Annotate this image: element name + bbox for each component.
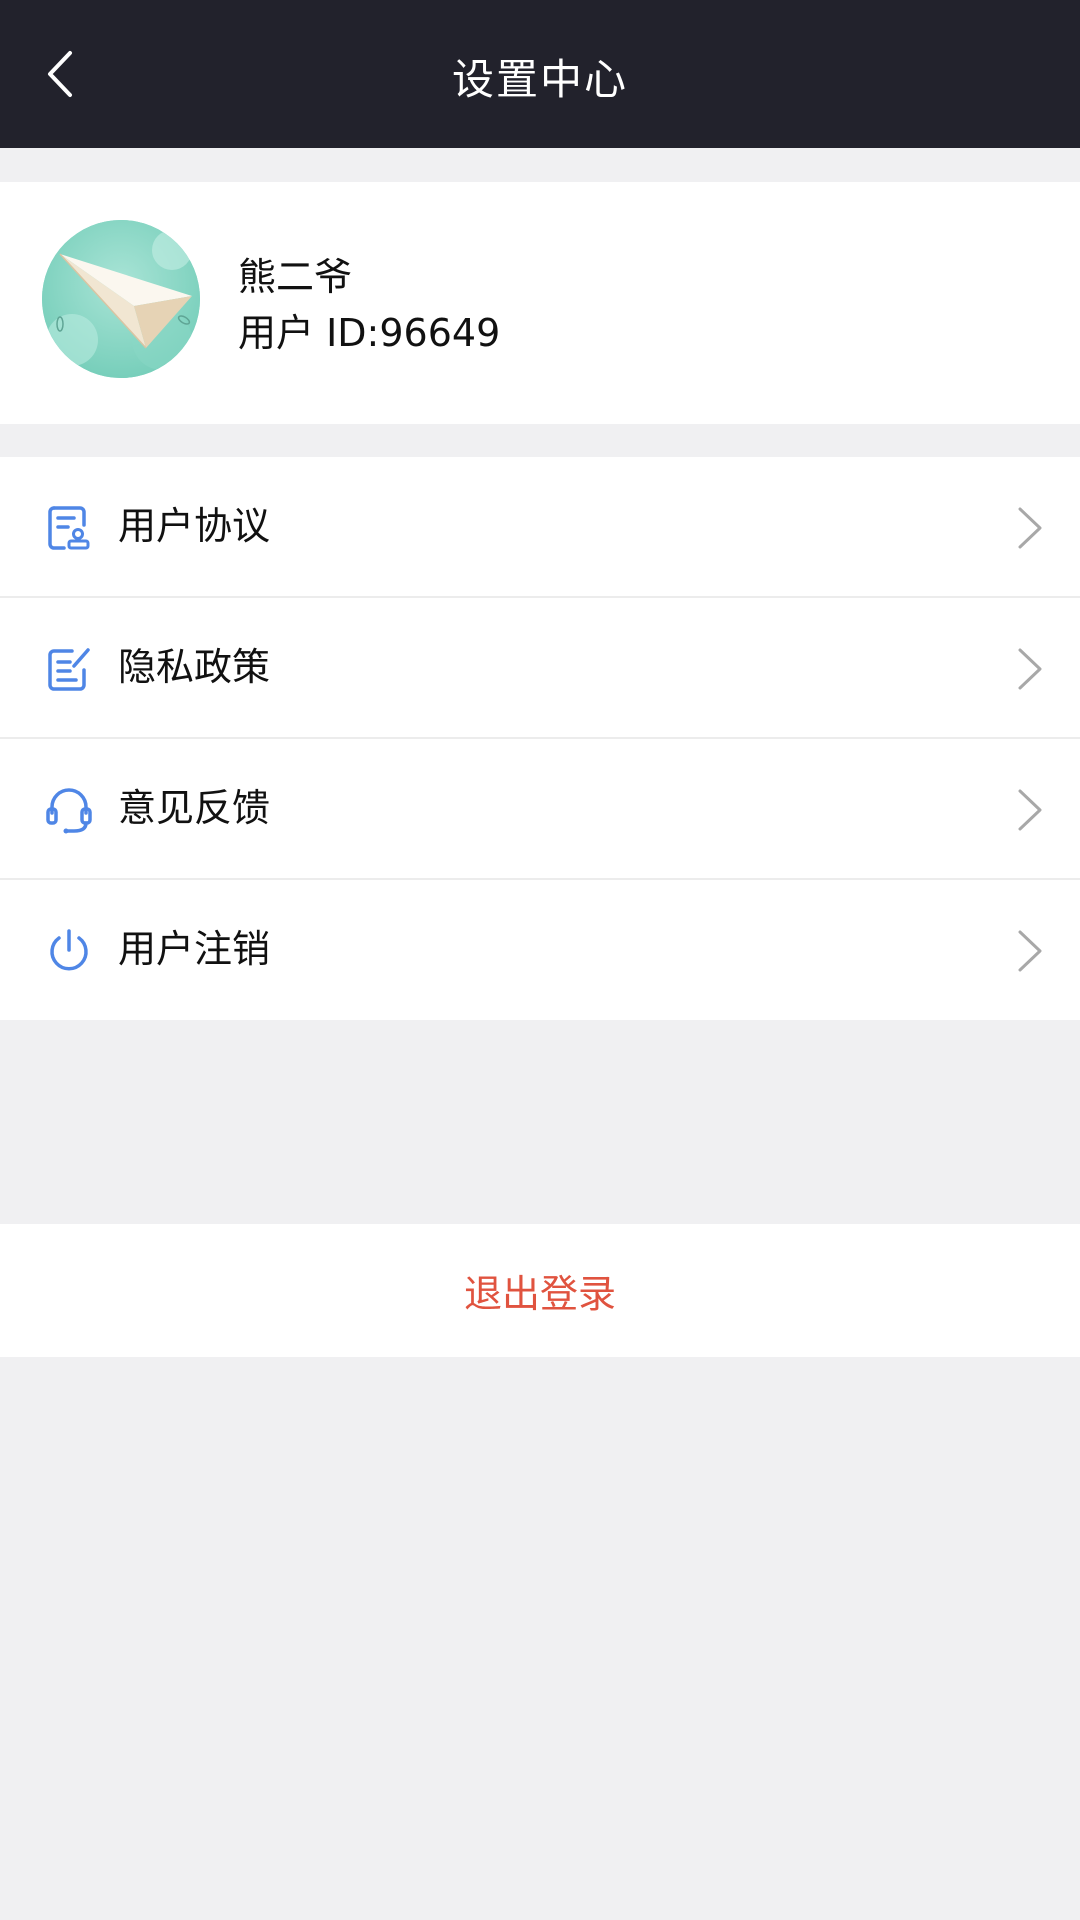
menu-item-feedback[interactable]: 意见反馈 (0, 739, 1080, 880)
chevron-right-icon (1018, 507, 1042, 549)
agreement-document-icon (48, 506, 90, 550)
settings-menu: 用户协议 隐私政策 意见反馈 用户注销 (0, 457, 1080, 1020)
nav-bar: 设置中心 (0, 0, 1080, 148)
menu-item-label: 用户协议 (118, 504, 271, 548)
user-id-value: 96649 (379, 311, 501, 355)
logout-button[interactable]: 退出登录 (0, 1224, 1080, 1357)
menu-item-label: 意见反馈 (118, 786, 271, 830)
paper-plane-avatar-image (42, 220, 200, 378)
chevron-right-icon (1018, 789, 1042, 831)
page-title: 设置中心 (451, 55, 628, 104)
menu-item-label: 用户注销 (118, 927, 271, 971)
profile-user-id: 用户 ID:96649 (238, 302, 500, 357)
logout-label: 退出登录 (463, 1272, 616, 1316)
menu-item-privacy-policy[interactable]: 隐私政策 (0, 598, 1080, 739)
edit-document-icon (48, 648, 90, 691)
chevron-right-icon (1018, 648, 1042, 690)
menu-item-user-agreement[interactable]: 用户协议 (0, 457, 1080, 598)
avatar[interactable] (42, 220, 200, 378)
chevron-right-icon (1018, 930, 1042, 972)
menu-item-account-deletion[interactable]: 用户注销 (0, 880, 1080, 1020)
profile-name: 熊二爷 (238, 255, 353, 299)
power-icon (50, 929, 88, 971)
settings-page: 设置中心 熊二爷 用户 ID:96649 用户协议 隐私政策 意见反馈 用户注销… (0, 0, 1080, 1920)
menu-item-label: 隐私政策 (118, 645, 271, 689)
headset-icon (46, 788, 92, 834)
user-id-label: 用户 ID: (238, 311, 380, 355)
profile-card[interactable]: 熊二爷 用户 ID:96649 (0, 182, 1080, 424)
